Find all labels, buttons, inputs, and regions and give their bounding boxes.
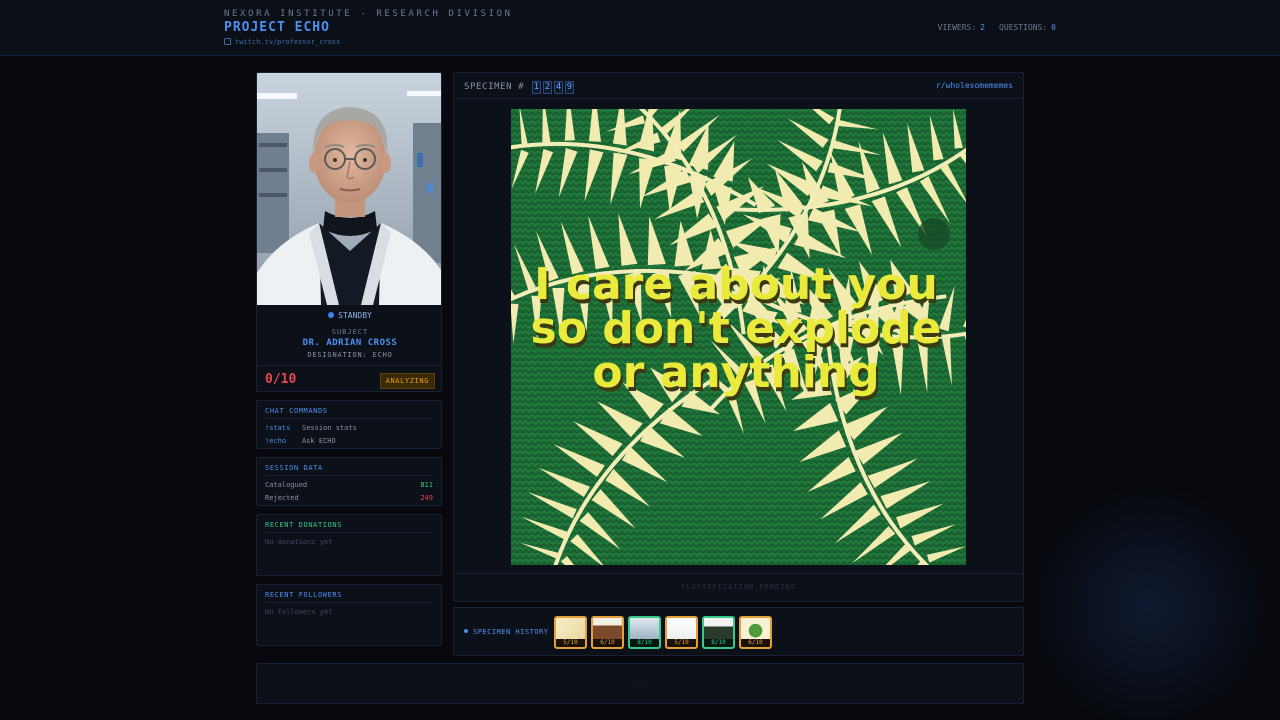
status-text: STANDBY [338,311,372,320]
classification-status: CLASSIFICATION PENDING [681,583,796,591]
donations-title: RECENT DONATIONS [265,521,343,529]
thumbnail-image [741,618,770,639]
header-stats: VIEWERS: 2 QUESTIONS: 0 [938,23,1056,32]
questions-label: QUESTIONS: [999,23,1048,32]
specimen-label: SPECIMEN # [464,82,525,92]
current-score: 0/10 [265,372,297,387]
thumbnail-score: 8/10 [630,639,659,647]
thumbnail-image [556,618,585,639]
catalogued-label: Catalogued [265,481,308,489]
specimen-history: SPECIMEN HISTORY 5/10 6/10 8/10 5/10 8/1… [453,607,1024,656]
specimen-digit: 4 [554,81,564,94]
page-title: PROJECT ECHO [224,20,330,35]
status-dot-icon [328,312,335,318]
specimen-header: SPECIMEN # 1249 r/wholesomememes [454,73,1023,99]
catalogued-count: 811 [420,481,433,489]
command-name: !echo [265,437,287,445]
followers-empty: No followers yet [265,608,333,616]
org-name: NEXORA INSTITUTE - RESEARCH DIVISION [224,9,513,19]
divider [265,532,433,533]
viewers-label: VIEWERS: [937,23,977,32]
history-thumbnail[interactable]: 8/10 [628,616,661,649]
donations-panel: RECENT DONATIONS No donations yet [256,514,442,576]
command-desc: Ask ECHO [302,437,336,445]
session-data-panel: SESSION DATA Catalogued 811 Rejected 249 [256,457,442,506]
status-indicator: STANDBY [257,311,441,320]
score-row: 0/10 ANALYZING [257,365,441,391]
history-label: SPECIMEN HISTORY [464,628,548,636]
history-label-text: SPECIMEN HISTORY [473,628,549,636]
command-desc: Session stats [302,424,357,432]
followers-panel: RECENT FOLLOWERS No followers yet [256,584,442,646]
catalogued-row: Catalogued 811 [265,481,433,489]
thumbnail-score: 6/10 [593,639,622,647]
specimen-viewer: SPECIMEN # 1249 r/wholesomememes I care … [453,72,1024,602]
command-row: !stats Session stats [265,424,433,432]
loading-indicator: ... [632,678,648,687]
background-glow [1020,470,1280,720]
thumbnail-score: 8/10 [704,639,733,647]
history-thumbnail[interactable]: 8/10 [702,616,735,649]
session-data-title: SESSION DATA [265,464,323,472]
subject-photo [257,73,441,305]
specimen-number: SPECIMEN # 1249 [464,81,575,94]
specimen-digit: 1 [532,81,542,94]
subject-name: DR. ADRIAN CROSS [302,338,398,348]
divider [265,475,433,476]
bottom-status-bar: ... [256,663,1024,704]
subject-card: STANDBY SUBJECT DR. ADRIAN CROSS DESIGNA… [256,72,442,392]
specimen-digit: 2 [543,81,553,94]
donations-empty: No donations yet [265,538,333,546]
command-name: !stats [265,424,291,432]
subreddit-link[interactable]: r/wholesomememes [936,81,1013,90]
thumbnail-image [704,618,733,639]
thumbnail-score: 5/10 [556,639,585,647]
chat-commands-title: CHAT COMMANDS [265,407,328,415]
command-row: !echo Ask ECHO [265,437,433,445]
specimen-digit: 9 [565,81,575,94]
thumbnail-score: 5/10 [667,639,696,647]
top-header: NEXORA INSTITUTE - RESEARCH DIVISION PRO… [0,0,1280,56]
divider [265,418,433,419]
chat-commands-panel: CHAT COMMANDS !stats Session stats !echo A… [256,400,442,449]
analyzing-badge: ANALYZING [379,373,435,389]
rejected-row: Rejected 249 [265,494,433,502]
meme-text-line-3: or anything [592,347,879,398]
history-thumbnail[interactable]: 6/10 [591,616,624,649]
twitch-icon [224,38,231,45]
thumbnail-image [630,618,659,639]
subject-label: SUBJECT [331,328,369,336]
thumbnail-image [667,618,696,639]
thumbnail-image [593,618,622,639]
thumbnail-score: 6/10 [741,639,770,647]
rejected-label: Rejected [265,494,299,502]
followers-title: RECENT FOLLOWERS [265,591,343,599]
history-thumbnail[interactable]: 6/10 [739,616,772,649]
subject-designation: DESIGNATION: ECHO [307,351,393,359]
divider [265,602,433,603]
stream-link-text: twitch.tv/professor_cross [235,38,341,46]
specimen-meme-image: I care about you I care about you so don… [511,109,966,565]
history-thumbnail[interactable]: 5/10 [554,616,587,649]
rejected-count: 249 [420,494,433,502]
classification-footer: CLASSIFICATION PENDING [454,573,1023,601]
stream-link[interactable]: twitch.tv/professor_cross [224,38,340,46]
questions-count: 0 [1051,23,1056,32]
history-dot-icon [464,629,468,633]
viewers-count: 2 [980,23,985,32]
history-thumbnail[interactable]: 5/10 [665,616,698,649]
